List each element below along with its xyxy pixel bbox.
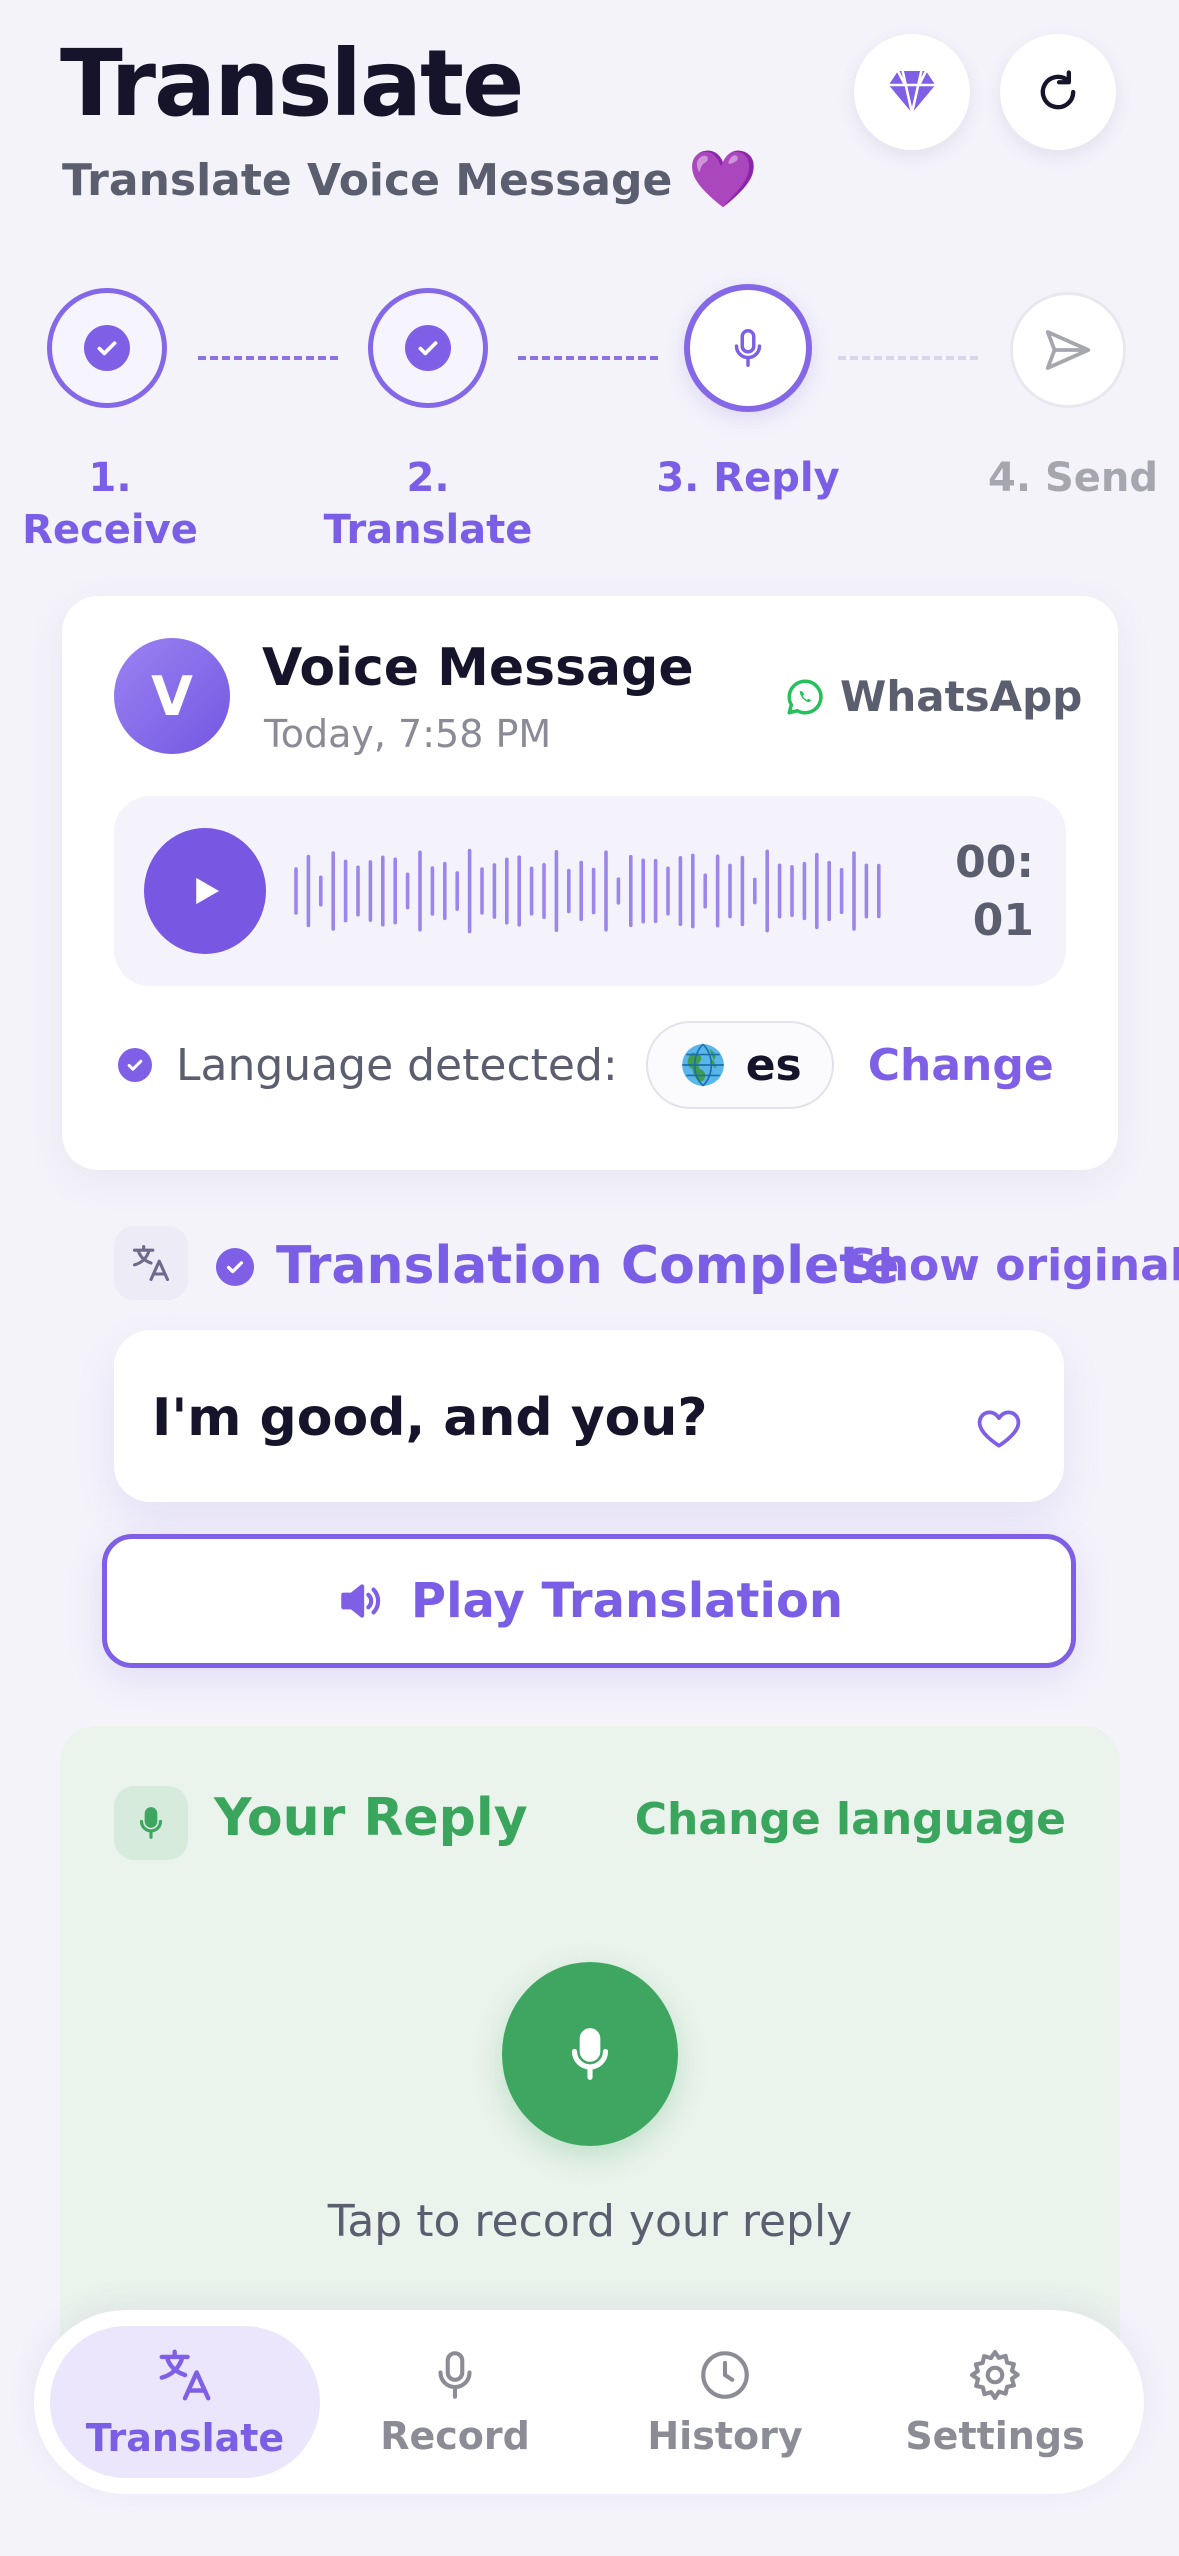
step-send-label: 4. Send	[988, 455, 1158, 501]
play-translation-button[interactable]: Play Translation	[102, 1534, 1076, 1668]
check-icon	[84, 325, 130, 371]
change-language-link[interactable]: Change	[868, 1040, 1054, 1091]
nav-translate[interactable]: Translate	[50, 2326, 320, 2478]
mic-icon	[438, 2351, 472, 2399]
mic-icon	[571, 2028, 609, 2080]
whatsapp-icon	[787, 678, 823, 714]
language-code: es	[745, 1039, 802, 1091]
step-connector	[518, 356, 658, 360]
bottom-navigation: Translate Record History Settings	[34, 2310, 1144, 2494]
language-detected-row: Language detected: es Change	[118, 1021, 1054, 1109]
step-translate-label: 2. Translate	[318, 452, 538, 556]
platform-badge: WhatsApp	[784, 672, 1082, 721]
translation-status-title: Translation Complete	[276, 1236, 900, 1296]
voice-message-title: Voice Message	[262, 638, 694, 698]
change-language-button[interactable]: Change language	[635, 1794, 1066, 1845]
translate-icon	[114, 1226, 188, 1300]
step-receive-label: 1. Receive	[10, 452, 210, 556]
speaker-icon	[341, 1584, 381, 1618]
send-icon	[1045, 330, 1091, 370]
platform-name: WhatsApp	[840, 672, 1083, 721]
step-send-circle	[1010, 292, 1126, 408]
refresh-icon	[1040, 70, 1076, 110]
step-reply-label: 3. Reply	[656, 455, 840, 501]
translate-icon	[159, 2349, 211, 2401]
premium-button[interactable]	[854, 34, 970, 150]
language-pill[interactable]: es	[645, 1021, 834, 1109]
play-icon	[196, 877, 219, 905]
nav-history-label: History	[647, 2414, 803, 2458]
step-connector	[198, 356, 338, 360]
nav-settings[interactable]: Settings	[860, 2326, 1130, 2478]
clock-icon	[701, 2351, 749, 2399]
mic-icon	[114, 1786, 188, 1860]
message-timestamp: Today, 7:58 PM	[264, 712, 552, 756]
audio-duration: 00:01	[955, 837, 1034, 946]
mic-icon	[734, 329, 762, 367]
translated-text: I'm good, and you?	[152, 1388, 708, 1448]
play-button[interactable]	[144, 828, 266, 954]
gear-icon	[969, 2349, 1020, 2401]
voice-message-card: V Voice Message Today, 7:58 PM WhatsApp …	[62, 596, 1118, 1170]
diamond-icon	[888, 70, 936, 114]
step-connector	[838, 356, 978, 360]
language-detected-label: Language detected:	[176, 1039, 618, 1091]
page-subtitle: Translate Voice Message 💜	[62, 152, 758, 208]
translation-result-box: I'm good, and you?	[114, 1330, 1064, 1502]
reply-title: Your Reply	[214, 1788, 528, 1848]
step-reply-circle	[684, 284, 812, 412]
nav-history[interactable]: History	[590, 2326, 860, 2478]
step-translate-circle	[368, 288, 488, 408]
step-name: Receive	[22, 507, 198, 553]
translate-screen: Translate Translate Voice Message 💜 1. R…	[0, 0, 1179, 2556]
step-receive-circle	[47, 288, 167, 408]
page-title: Translate	[60, 30, 524, 137]
step-name: Translate	[323, 507, 533, 553]
step-number: 1.	[88, 455, 132, 501]
nav-record-label: Record	[380, 2414, 530, 2458]
show-original-link[interactable]: Show original	[846, 1240, 1179, 1291]
check-icon	[118, 1048, 152, 1082]
check-icon	[405, 325, 451, 371]
nav-record[interactable]: Record	[320, 2326, 590, 2478]
refresh-button[interactable]	[1000, 34, 1116, 150]
purple-heart-emoji: 💜	[688, 147, 759, 212]
step-number: 2.	[406, 455, 450, 501]
audio-player: 00:01	[114, 796, 1066, 986]
record-hint: Tap to record your reply	[327, 2196, 853, 2247]
nav-settings-label: Settings	[905, 2414, 1085, 2458]
check-icon	[216, 1248, 254, 1286]
record-reply-button[interactable]	[502, 1962, 678, 2146]
globe-icon	[681, 1043, 724, 1087]
subtitle-text: Translate Voice Message	[62, 154, 673, 206]
play-translation-label: Play Translation	[410, 1573, 844, 1629]
heart-icon[interactable]	[974, 1404, 1024, 1454]
nav-translate-label: Translate	[85, 2416, 285, 2460]
avatar: V	[114, 638, 230, 754]
audio-waveform[interactable]	[292, 834, 892, 948]
